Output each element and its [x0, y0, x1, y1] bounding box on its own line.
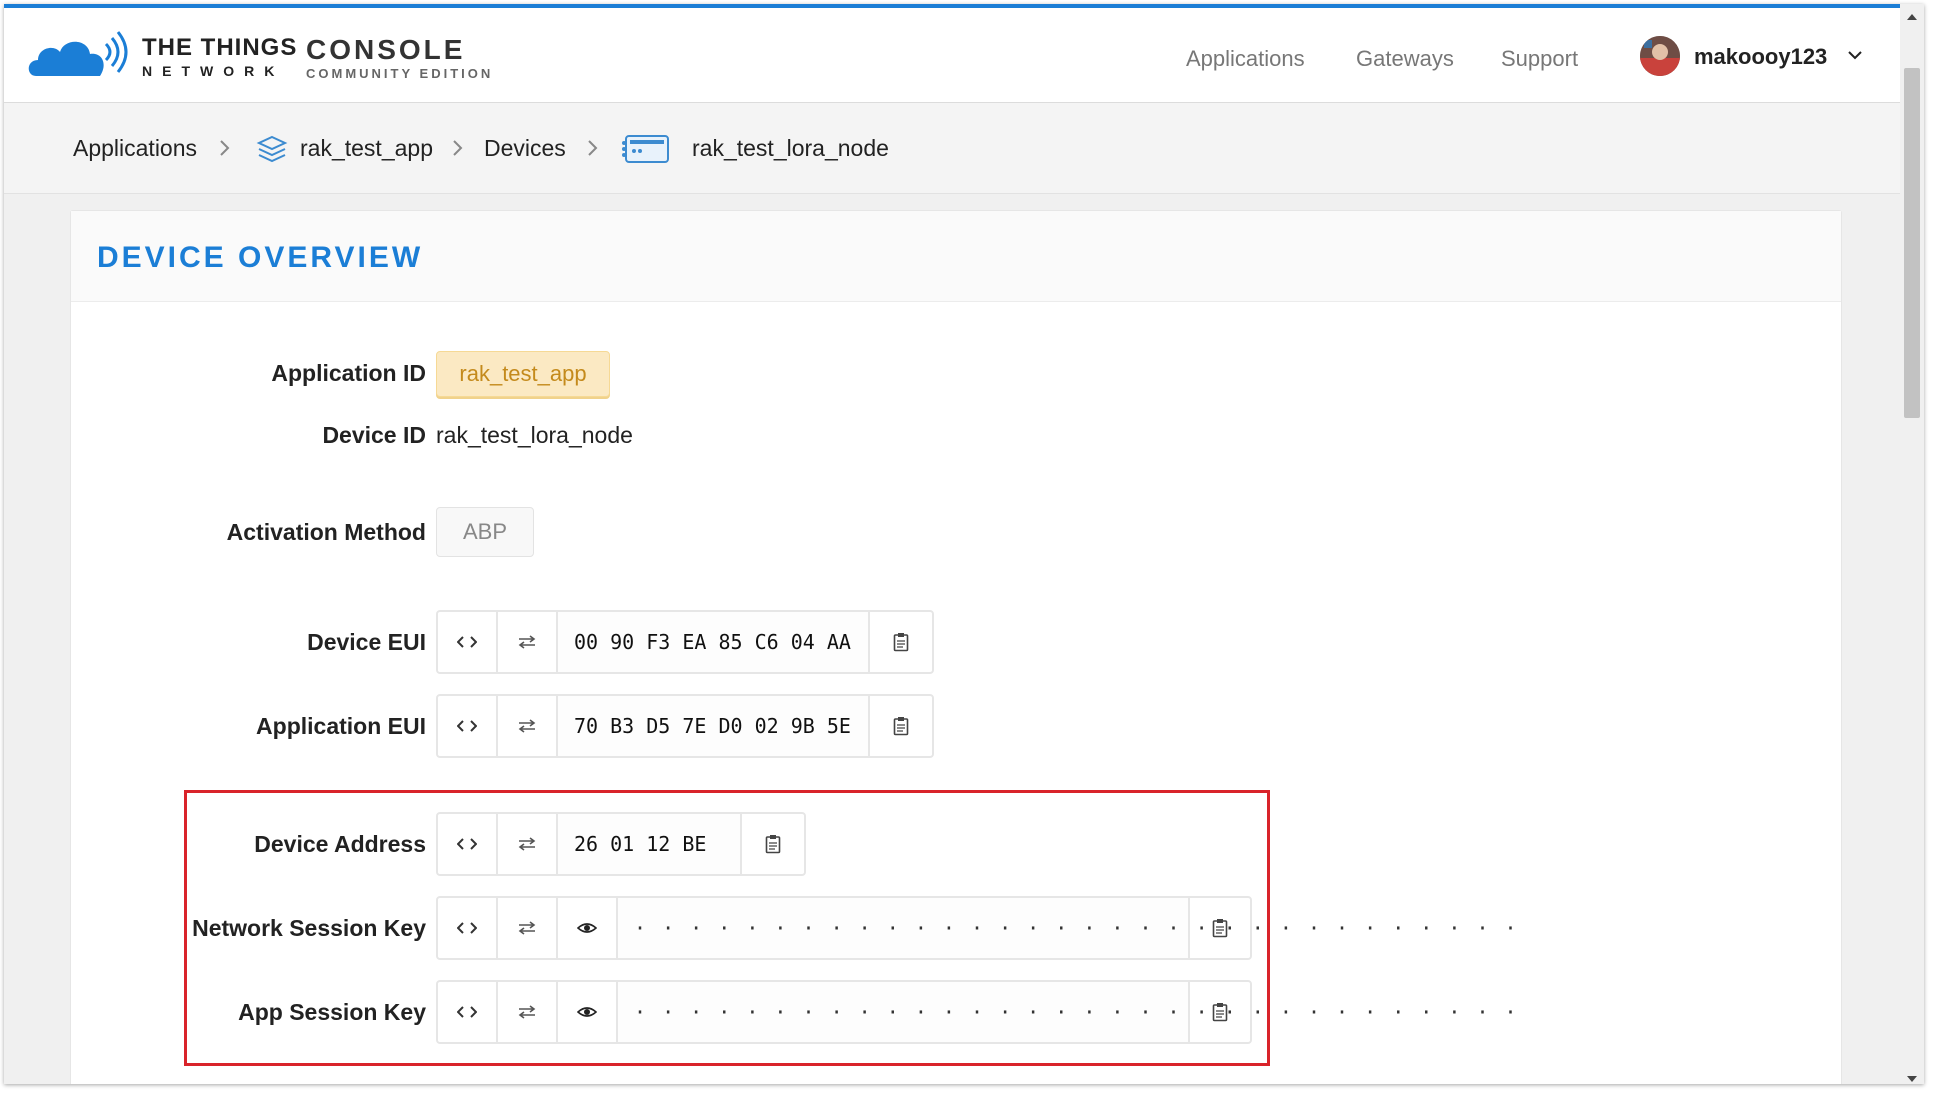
copy-button[interactable]	[870, 612, 932, 672]
card-header: DEVICE OVERVIEW	[71, 211, 1841, 302]
device-id-value: rak_test_lora_node	[436, 422, 633, 448]
code-format-toggle[interactable]	[438, 696, 498, 756]
breadcrumb: Applications rak_test_app Devices rak_te…	[4, 103, 1900, 194]
activation-method-label: Activation Method	[226, 519, 426, 545]
code-format-toggle[interactable]	[438, 612, 498, 672]
brand-top-text: THE THINGS	[142, 34, 298, 61]
application-eui-field: 70 B3 D5 7E D0 02 9B 5E	[436, 694, 934, 758]
top-navigation: THE THINGS NETWORK CONSOLE COMMUNITY EDI…	[4, 8, 1900, 103]
nav-applications-link[interactable]: Applications	[1186, 46, 1305, 72]
device-id-label: Device ID	[322, 422, 426, 448]
activation-method-badge: ABP	[436, 507, 534, 557]
avatar[interactable]	[1640, 36, 1680, 76]
console-wordmark: CONSOLE COMMUNITY EDITION	[306, 36, 493, 82]
chevron-right-icon	[452, 139, 464, 157]
brand-bottom-text: NETWORK	[142, 63, 285, 79]
byte-order-toggle[interactable]	[498, 696, 558, 756]
nav-support-link[interactable]: Support	[1501, 46, 1578, 72]
username[interactable]: makoooy123	[1694, 44, 1827, 70]
chevron-right-icon	[219, 139, 231, 157]
page-title: DEVICE OVERVIEW	[97, 241, 424, 274]
vertical-scrollbar[interactable]	[1900, 4, 1924, 1084]
breadcrumb-applications[interactable]: Applications	[73, 135, 197, 162]
application-eui-label: Application EUI	[256, 713, 426, 739]
annotation-highlight-box	[184, 790, 1270, 1066]
breadcrumb-devices[interactable]: Devices	[484, 135, 566, 162]
brand-wordmark[interactable]: THE THINGS NETWORK	[142, 36, 297, 80]
scroll-up-arrow-icon[interactable]	[1906, 8, 1918, 20]
browser-window: THE THINGS NETWORK CONSOLE COMMUNITY EDI…	[4, 4, 1924, 1084]
console-title: CONSOLE	[306, 34, 466, 65]
console-edition: COMMUNITY EDITION	[306, 66, 494, 81]
byte-order-toggle[interactable]	[498, 612, 558, 672]
scrollbar-thumb[interactable]	[1904, 68, 1920, 418]
device-eui-label: Device EUI	[307, 629, 426, 655]
device-eui-value[interactable]: 00 90 F3 EA 85 C6 04 AA	[558, 612, 870, 672]
application-eui-value[interactable]: 70 B3 D5 7E D0 02 9B 5E	[558, 696, 870, 756]
application-id-label: Application ID	[271, 360, 426, 386]
scroll-down-arrow-icon[interactable]	[1906, 1070, 1918, 1082]
copy-button[interactable]	[870, 696, 932, 756]
breadcrumb-device[interactable]: rak_test_lora_node	[692, 135, 889, 162]
chevron-right-icon	[587, 139, 599, 157]
breadcrumb-application[interactable]: rak_test_app	[300, 135, 433, 162]
application-id-tag[interactable]: rak_test_app	[436, 351, 610, 397]
ttn-cloud-logo-icon[interactable]	[28, 30, 138, 82]
device-board-icon	[620, 133, 672, 165]
chevron-down-icon[interactable]	[1846, 46, 1864, 64]
nav-gateways-link[interactable]: Gateways	[1356, 46, 1454, 72]
application-stack-icon	[256, 133, 288, 165]
device-eui-field: 00 90 F3 EA 85 C6 04 AA	[436, 610, 934, 674]
